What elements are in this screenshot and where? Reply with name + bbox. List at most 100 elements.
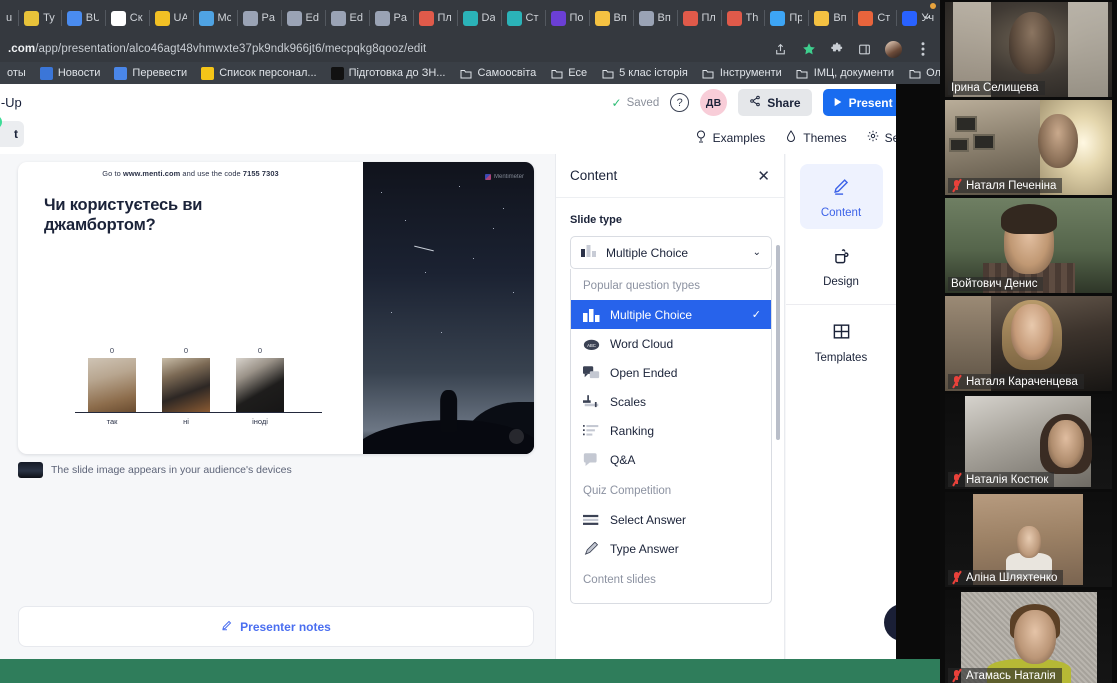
bookmark-label: 5 клас історія [619, 67, 688, 79]
browser-tab[interactable]: Уч [896, 3, 940, 33]
slide-tab-button[interactable]: ★ t [0, 115, 24, 147]
share-button[interactable]: Share [738, 89, 812, 116]
video-tile[interactable]: Наталя Караченцева [945, 296, 1112, 391]
browser-tab[interactable]: Пл [676, 3, 721, 33]
content-panel-scrollbar[interactable] [776, 245, 780, 440]
slide-question[interactable]: Чи користуєтесь ви джамбортом? [44, 195, 259, 236]
bookmark-item[interactable]: Новости [33, 66, 108, 80]
tab-favicon-icon [638, 10, 654, 26]
browser-tab[interactable]: u [0, 3, 18, 33]
bookmarks-bar[interactable]: оты Новости Перевести Список персонал... Під… [0, 62, 940, 84]
browser-tab[interactable]: Pa [236, 3, 281, 33]
bookmark-item[interactable]: Самоосвіта [452, 67, 543, 80]
dropdown-item-ranking[interactable]: Ranking [571, 416, 771, 445]
sidepanel-icon[interactable] [857, 42, 872, 57]
browser-tab[interactable]: Вп [808, 3, 852, 33]
video-tile[interactable]: Войтович Денис [945, 198, 1112, 293]
slide-type-dropdown[interactable]: Popular question types Multiple Choice ✓ AB… [570, 269, 772, 604]
browser-tab[interactable]: Da [456, 3, 501, 33]
participant-name: Наталія Костюк [966, 473, 1049, 486]
browser-tab[interactable]: UA [148, 3, 193, 33]
tab-strip[interactable]: u Ty BU Ск UA Mc Pa Ed Ed Pa Пл Da Ст По Вп Вп Пл Th Пр Вп С… [0, 0, 940, 36]
browser-tab[interactable]: Mc [192, 3, 237, 33]
tab-label: Пл [701, 12, 715, 24]
save-status: ✓ Saved [612, 96, 660, 110]
qa-bubble-icon [583, 452, 600, 467]
speech-bubbles-icon [583, 365, 600, 380]
dropdown-item-select-answer[interactable]: Select Answer [571, 505, 771, 534]
video-tile[interactable]: Атамась Наталія [945, 590, 1112, 683]
tab-label: Mc [217, 12, 231, 24]
chart-bar: 0 ні [162, 346, 210, 426]
bookmark-item[interactable]: Олімпіада [901, 67, 940, 80]
chart-bar-value: 0 [183, 346, 189, 355]
bookmark-item[interactable]: Підготовка до ЗН... [324, 66, 453, 80]
slide-corner-handle[interactable] [509, 429, 524, 444]
tab-label: Da [481, 12, 495, 24]
tab-list-chevron-icon[interactable]: ⌄ [922, 8, 932, 22]
bookmark-item[interactable]: Перевести [107, 66, 194, 80]
avatar[interactable]: ДВ [700, 89, 728, 116]
browser-tab[interactable]: Ст [852, 3, 896, 33]
browser-tab[interactable]: Th [720, 3, 765, 33]
video-tile[interactable]: Наталія Костюк [945, 394, 1112, 489]
share-icon[interactable] [773, 42, 788, 57]
browser-tab[interactable]: Пл [412, 3, 457, 33]
folder-icon [601, 67, 614, 80]
browser-tab[interactable]: BU [60, 3, 105, 33]
bulb-icon [695, 130, 707, 146]
dropdown-item-multiple-choice[interactable]: Multiple Choice ✓ [571, 300, 771, 329]
dropdown-item-label: Type Answer [610, 541, 679, 556]
address-bar[interactable]: .com/app/presentation/alco46agt48vhmwxte… [8, 43, 773, 55]
extensions-icon[interactable] [829, 42, 844, 57]
bookmark-item[interactable]: Есе [543, 67, 594, 80]
tab-label: BU [85, 12, 99, 24]
browser-tab[interactable]: Ст [500, 3, 545, 33]
participant-name: Аліна Шляхтенко [966, 571, 1058, 584]
bookmark-item[interactable]: Інструменти [695, 67, 789, 80]
browser-tab[interactable]: Вп [632, 3, 677, 33]
participant-name-badge: Атамась Наталія [948, 668, 1062, 683]
app-subtoolbar: ★ t ExamplesThemesSettings [0, 115, 940, 154]
video-tile[interactable]: Ірина Селищева [945, 2, 1112, 97]
close-icon[interactable]: ✕ [757, 167, 770, 185]
app-body: Go to www.menti.com and use the code 715… [0, 154, 940, 659]
presenter-notes-button[interactable]: Presenter notes [18, 606, 534, 647]
bookmark-star-icon[interactable] [801, 42, 816, 57]
browser-tab[interactable]: Вп [588, 3, 633, 33]
slide-preview[interactable]: Go to www.menti.com and use the code 715… [18, 162, 534, 454]
rail-item-templates[interactable]: Templates [800, 309, 883, 374]
browser-tab[interactable]: Ty [18, 3, 61, 33]
bookmark-item[interactable]: оты [0, 67, 33, 79]
rail-item-content[interactable]: Content [799, 164, 883, 229]
kebab-menu-icon[interactable] [915, 42, 930, 57]
bookmark-item[interactable]: Список персонал... [194, 66, 323, 80]
browser-tab[interactable]: Ed [280, 3, 325, 33]
tab-label: По [569, 12, 583, 24]
tab-favicon-icon [198, 10, 214, 26]
dropdown-item-scales[interactable]: Scales [571, 387, 771, 416]
browser-tab[interactable]: Ed [324, 3, 369, 33]
dropdown-item-word-cloud[interactable]: ABC Word Cloud [571, 329, 771, 358]
subnav-item-examples[interactable]: Examples [695, 130, 765, 146]
profile-avatar[interactable] [885, 40, 902, 58]
browser-tab[interactable]: Ск [104, 3, 149, 33]
omnibox-bar[interactable]: .com/app/presentation/alco46agt48vhmwxte… [0, 36, 940, 62]
bookmark-item[interactable]: ІМЦ, документи [789, 67, 901, 80]
bookmark-item[interactable]: 5 клас історія [594, 67, 695, 80]
presentation-title[interactable]: m-Up [0, 95, 22, 110]
dropdown-item-open-ended[interactable]: Open Ended [571, 358, 771, 387]
dropdown-item-q-a[interactable]: Q&A [571, 445, 771, 474]
browser-tab[interactable]: Пр [764, 3, 808, 33]
slide-type-select[interactable]: Multiple Choice ⌄ [570, 236, 772, 269]
page-right-gutter [896, 84, 940, 659]
browser-tab[interactable]: По [544, 3, 589, 33]
browser-tab[interactable]: Pa [368, 3, 413, 33]
video-tile[interactable]: Наталя Печеніна [945, 100, 1112, 195]
chevron-down-icon[interactable]: ⌄ [753, 247, 761, 258]
help-button[interactable]: ? [670, 93, 690, 112]
dropdown-item-type-answer[interactable]: Type Answer [571, 534, 771, 563]
rail-item-design[interactable]: Design [800, 233, 883, 298]
subnav-item-themes[interactable]: Themes [785, 129, 847, 146]
video-tile[interactable]: Аліна Шляхтенко [945, 492, 1112, 587]
